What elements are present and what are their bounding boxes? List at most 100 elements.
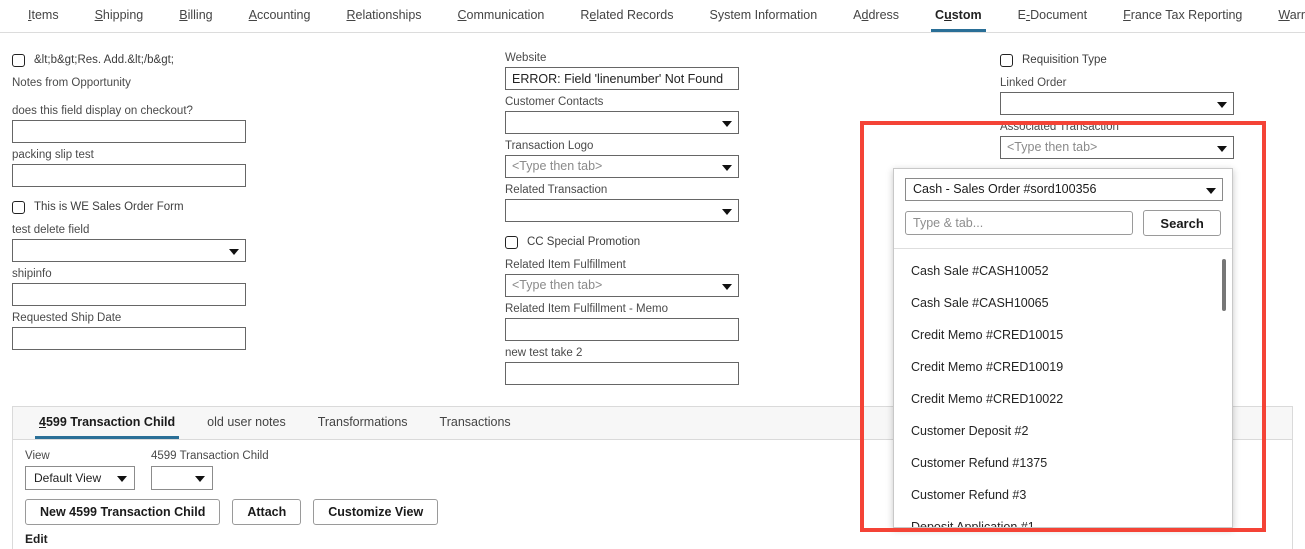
- cc-special-promotion-checkbox-row[interactable]: CC Special Promotion: [505, 234, 739, 250]
- popup-list-item[interactable]: Cash Sale #CASH10052: [894, 255, 1232, 287]
- associated-transaction-group: Associated Transaction <Type then tab>: [1000, 121, 1234, 159]
- popup-list-scrollbar-thumb[interactable]: [1222, 259, 1226, 311]
- related-transaction-label: Related Transaction: [505, 184, 608, 196]
- related-item-fulfillment-value: <Type then tab>: [512, 278, 603, 292]
- tab-e-document[interactable]: E-Document: [1000, 0, 1106, 32]
- shipinfo-input[interactable]: [12, 283, 246, 306]
- tab-shipping[interactable]: Shipping: [77, 0, 162, 32]
- test-delete-label: test delete field: [12, 224, 90, 236]
- tab-relationships[interactable]: Relationships: [328, 0, 439, 32]
- accelerator-char: A: [248, 8, 257, 22]
- associated-transaction-select[interactable]: <Type then tab>: [1000, 136, 1234, 159]
- new-4599-transaction-child-button[interactable]: New 4599 Transaction Child: [25, 499, 221, 525]
- checkout-field-input[interactable]: [12, 120, 246, 143]
- popup-search-button[interactable]: Search: [1143, 210, 1221, 236]
- edit-link[interactable]: Edit: [25, 532, 48, 546]
- chevron-down-icon: [1206, 188, 1216, 194]
- chevron-down-icon: [117, 476, 127, 482]
- form-column-right: Requisition Type Linked Order Associated…: [1000, 52, 1234, 165]
- website-group: Website: [505, 52, 739, 90]
- checkbox-icon[interactable]: [12, 200, 25, 214]
- view-label: View: [25, 450, 50, 462]
- tab-warranty[interactable]: Warranty: [1260, 0, 1305, 32]
- popup-list-item[interactable]: Customer Deposit #2: [894, 415, 1232, 447]
- related-item-fulfillment-memo-group: Related Item Fulfillment - Memo: [505, 303, 739, 341]
- transaction-logo-label: Transaction Logo: [505, 140, 594, 152]
- checkout-field-group: does this field display on checkout?: [12, 105, 246, 143]
- res-add-checkbox-row[interactable]: &lt;b&gt;Res. Add.&lt;/b&gt;: [12, 52, 246, 68]
- popup-search-row: Search: [905, 210, 1221, 236]
- transaction-logo-select[interactable]: <Type then tab>: [505, 155, 739, 178]
- tab-system-information[interactable]: System Information: [691, 0, 835, 32]
- chevron-down-icon: [1217, 102, 1227, 108]
- view-select[interactable]: Default View: [25, 466, 135, 490]
- new-test-take2-label: new test take 2: [505, 347, 583, 359]
- packing-slip-group: packing slip test: [12, 149, 246, 187]
- popup-type-select[interactable]: Cash - Sales Order #sord100356: [905, 178, 1223, 201]
- linked-order-select[interactable]: [1000, 92, 1234, 115]
- website-input[interactable]: [505, 67, 739, 90]
- popup-list-item[interactable]: Cash Sale #CASH10065: [894, 287, 1232, 319]
- tab-address[interactable]: Address: [835, 0, 917, 32]
- transaction-logo-group: Transaction Logo <Type then tab>: [505, 140, 739, 178]
- checkbox-icon[interactable]: [12, 53, 25, 67]
- related-item-fulfillment-select[interactable]: <Type then tab>: [505, 274, 739, 297]
- subtab-4599-transaction-child[interactable]: 4599 Transaction Child: [23, 407, 191, 439]
- tab-communication[interactable]: Communication: [440, 0, 563, 32]
- popup-list-item[interactable]: Credit Memo #CRED10015: [894, 319, 1232, 351]
- packing-slip-input[interactable]: [12, 164, 246, 187]
- tab-accounting[interactable]: Accounting: [231, 0, 329, 32]
- checkbox-icon[interactable]: [505, 235, 518, 249]
- accelerator-char: e: [589, 8, 597, 22]
- associated-transaction-value: <Type then tab>: [1007, 140, 1098, 154]
- popup-type-value: Cash - Sales Order #sord100356: [913, 182, 1097, 196]
- tab-custom[interactable]: Custom: [917, 0, 1000, 32]
- test-delete-select[interactable]: [12, 239, 246, 262]
- popup-result-list: Cash Sale #CASH10052 Cash Sale #CASH10065…: [894, 249, 1232, 527]
- chevron-down-icon: [722, 165, 732, 171]
- popup-list-item[interactable]: Credit Memo #CRED10022: [894, 383, 1232, 415]
- tab-related-records[interactable]: Related Records: [562, 0, 691, 32]
- related-transaction-select[interactable]: [505, 199, 739, 222]
- related-item-fulfillment-memo-input[interactable]: [505, 318, 739, 341]
- subtab-transformations[interactable]: Transformations: [302, 407, 424, 439]
- popup-list-item[interactable]: Credit Memo #CRED10019: [894, 351, 1232, 383]
- subtab-old-user-notes[interactable]: old user notes: [191, 407, 302, 439]
- new-test-take2-input[interactable]: [505, 362, 739, 385]
- tab-items[interactable]: Items: [10, 0, 77, 32]
- child-filter-select[interactable]: [151, 466, 213, 490]
- tab-france-tax-reporting[interactable]: France Tax Reporting: [1105, 0, 1260, 32]
- packing-slip-label: packing slip test: [12, 149, 94, 161]
- related-transaction-group: Related Transaction: [505, 184, 739, 222]
- cc-special-promotion-label: CC Special Promotion: [527, 236, 641, 248]
- requested-ship-date-label: Requested Ship Date: [12, 312, 122, 324]
- new-test-take2-group: new test take 2: [505, 347, 739, 385]
- requested-ship-date-input[interactable]: [12, 327, 246, 350]
- customer-contacts-select[interactable]: [505, 111, 739, 134]
- popup-list-item[interactable]: Deposit Application #1: [894, 511, 1232, 527]
- checkbox-icon[interactable]: [1000, 53, 1013, 67]
- related-item-fulfillment-group: Related Item Fulfillment <Type then tab>: [505, 259, 739, 297]
- popup-search-input[interactable]: [905, 211, 1134, 235]
- customize-view-button[interactable]: Customize View: [313, 499, 439, 525]
- popup-header: Cash - Sales Order #sord100356 Search: [894, 169, 1232, 245]
- associated-transaction-dropdown-popup: Cash - Sales Order #sord100356 Search Ca…: [893, 168, 1233, 528]
- related-item-fulfillment-memo-label: Related Item Fulfillment - Memo: [505, 303, 668, 315]
- form-column-left: &lt;b&gt;Res. Add.&lt;/b&gt; Notes from …: [12, 52, 246, 356]
- chevron-down-icon: [722, 121, 732, 127]
- accelerator-char: R: [346, 8, 356, 22]
- popup-list-item[interactable]: Customer Refund #3: [894, 479, 1232, 511]
- chevron-down-icon: [722, 284, 732, 290]
- popup-list-item[interactable]: Customer Refund #1375: [894, 447, 1232, 479]
- chevron-down-icon: [195, 476, 205, 482]
- customer-contacts-label: Customer Contacts: [505, 96, 604, 108]
- page-root: Items Shipping Billing Accounting Relationsh…: [0, 0, 1305, 549]
- accelerator-char: B: [179, 8, 188, 22]
- subtab-transactions[interactable]: Transactions: [424, 407, 527, 439]
- attach-button[interactable]: Attach: [232, 499, 302, 525]
- tab-billing[interactable]: Billing: [161, 0, 230, 32]
- customer-contacts-group: Customer Contacts: [505, 96, 739, 134]
- transaction-logo-value: <Type then tab>: [512, 159, 603, 173]
- requisition-type-checkbox-row[interactable]: Requisition Type: [1000, 52, 1234, 68]
- we-sales-order-checkbox-row[interactable]: This is WE Sales Order Form: [12, 199, 246, 215]
